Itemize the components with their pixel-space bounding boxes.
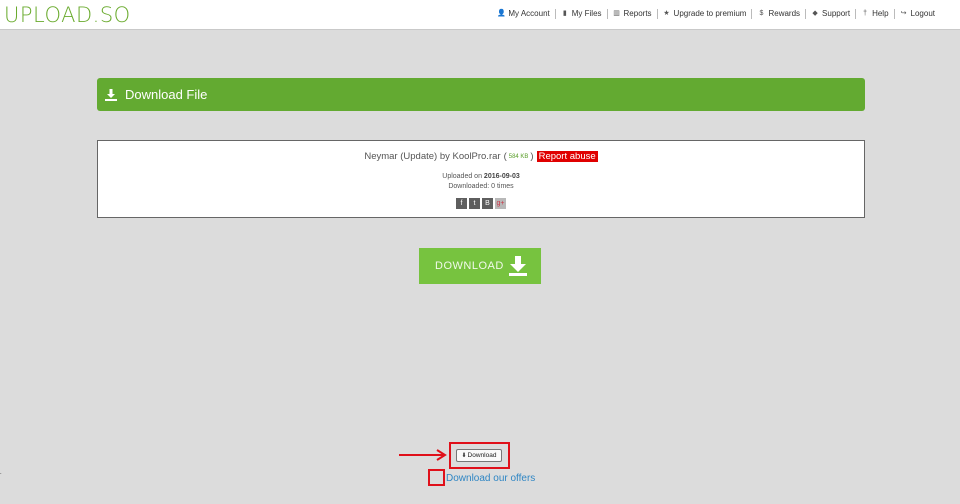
nav-label: Help: [872, 9, 889, 18]
logout-icon: ↪: [900, 10, 907, 17]
twitter-icon[interactable]: t: [469, 198, 480, 209]
nav-item-my-files[interactable]: ▮ My Files: [554, 9, 607, 19]
share-buttons: f t B g+: [98, 198, 864, 209]
vk-icon[interactable]: B: [482, 198, 493, 209]
download-offers-link[interactable]: Download our offers: [446, 473, 535, 484]
dollar-icon: $: [759, 10, 764, 17]
uploaded-label: Uploaded on: [442, 173, 482, 180]
nav-item-upgrade[interactable]: ★ Upgrade to premium: [656, 9, 752, 19]
size-close-paren: ): [530, 151, 534, 162]
nav-item-my-account[interactable]: 👤 My Account: [492, 9, 554, 19]
star-icon: ★: [663, 10, 670, 17]
bar-chart-icon: ▥: [613, 10, 620, 17]
download-button-label: DOWNLOAD: [435, 260, 504, 272]
download-icon: [105, 88, 117, 101]
top-navbar: UPLOAD.SO 👤 My Account ▮ My Files ▥ Repo…: [0, 0, 960, 30]
tiny-mark: .: [0, 470, 2, 476]
highlight-box-offers: [428, 469, 445, 486]
file-title-line: Neymar (Update) by KoolPro.rar ( 584 KB …: [98, 151, 864, 162]
nav-item-rewards[interactable]: $ Rewards: [751, 9, 805, 19]
download-arrow-icon: [509, 256, 527, 276]
small-download-label: Download: [467, 452, 497, 459]
size-open-paren: (: [503, 151, 507, 162]
nav-label: My Files: [571, 9, 602, 18]
download-icon: ⬇: [461, 453, 467, 459]
download-button[interactable]: DOWNLOAD: [419, 248, 541, 284]
nav-item-reports[interactable]: ▥ Reports: [606, 9, 657, 19]
nav-label: Support: [822, 9, 851, 18]
download-count: Downloaded: 0 times: [448, 183, 514, 190]
google-plus-icon[interactable]: g+: [495, 198, 506, 209]
red-arrow-annotation: [399, 449, 447, 461]
report-abuse-link[interactable]: Report abuse: [536, 151, 598, 162]
user-icon: 👤: [497, 10, 507, 17]
page-title: Download File: [125, 87, 208, 102]
file-name: Neymar (Update) by KoolPro.rar: [364, 151, 501, 162]
file-size: 584 KB: [508, 153, 529, 160]
nav-item-support[interactable]: ◆ Support: [805, 9, 855, 19]
nav-label: Reports: [623, 9, 652, 18]
nav-item-logout[interactable]: ↪ Logout: [893, 9, 940, 19]
upload-date-line: Uploaded on 2016-09-03: [98, 173, 864, 180]
nav-item-help[interactable]: † Help: [855, 9, 893, 19]
nav-label: My Account: [508, 9, 550, 18]
facebook-icon[interactable]: f: [456, 198, 467, 209]
help-icon: †: [863, 10, 868, 17]
pen-icon: ◆: [812, 10, 818, 17]
nav-label: Upgrade to premium: [673, 9, 747, 18]
file-info-panel: Neymar (Update) by KoolPro.rar ( 584 KB …: [97, 140, 865, 218]
nav-label: Rewards: [768, 9, 801, 18]
nav-label: Logout: [910, 9, 935, 18]
uploaded-date: 2016-09-03: [483, 173, 520, 180]
download-file-header: Download File: [97, 78, 865, 111]
top-nav-menu: 👤 My Account ▮ My Files ▥ Reports ★ Upgr…: [492, 9, 940, 19]
small-download-button[interactable]: ⬇ Download: [456, 449, 502, 462]
file-icon: ▮: [562, 10, 567, 17]
site-logo[interactable]: UPLOAD.SO: [4, 3, 131, 27]
